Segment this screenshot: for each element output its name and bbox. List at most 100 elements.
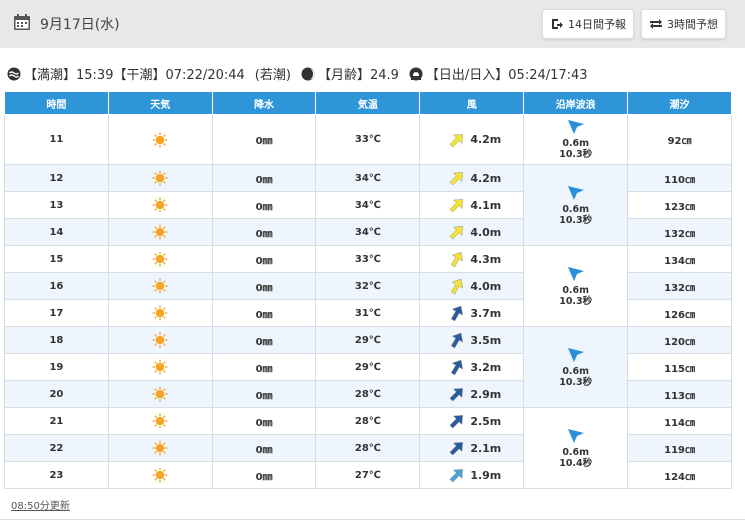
weather-cell xyxy=(107,434,213,462)
col-header-temp: 気温 xyxy=(315,91,421,115)
temp-cell: 31℃ xyxy=(315,299,421,327)
wave-direction-icon xyxy=(567,428,584,443)
precip-cell: 0㎜ xyxy=(211,353,317,381)
wind-speed: 3.5m xyxy=(470,333,502,347)
wind-arrow-icon xyxy=(451,305,464,322)
wind-cell: 4.2m xyxy=(419,164,525,192)
table-row: 11 0㎜ 33℃ 4.2m 0.6m 10.3秒 92㎝ xyxy=(4,114,732,165)
tide-cell: 124㎝ xyxy=(627,461,732,489)
weather-cell xyxy=(107,218,213,246)
14-day-forecast-button[interactable]: 14日間予報 xyxy=(542,9,634,39)
sunny-icon xyxy=(152,359,168,375)
wave-period: 10.3秒 xyxy=(559,376,593,388)
high-tide: 【満潮】15:39 xyxy=(24,68,114,83)
wind-cell: 4.0m xyxy=(419,218,525,246)
temp-cell: 28℃ xyxy=(315,434,421,462)
tide-type: (若潮) xyxy=(254,68,291,83)
precip-cell: 0㎜ xyxy=(211,407,317,435)
wave-direction-icon xyxy=(567,266,584,281)
wind-arrow-icon xyxy=(449,226,464,240)
temp-cell: 34℃ xyxy=(315,218,421,246)
wind-arrow-icon xyxy=(449,133,464,147)
wind-speed: 4.0m xyxy=(470,225,502,239)
wind-arrow-icon xyxy=(449,199,464,213)
col-header-precip: 降水 xyxy=(211,91,317,115)
forward-icon xyxy=(552,19,563,29)
hour-cell: 19 xyxy=(4,353,109,381)
col-header-time: 時間 xyxy=(4,91,109,115)
weather-cell xyxy=(107,272,213,300)
low-tide: 【干潮】07:22/20:44 xyxy=(113,68,245,83)
tide-info-line: 【満潮】15:39 【干潮】07:22/20:44 (若潮) 【月齢】24.9 … xyxy=(7,64,588,83)
hour-cell: 20 xyxy=(4,380,109,408)
wave-height: 0.6m xyxy=(562,138,590,149)
sunny-icon xyxy=(152,278,168,294)
updated-time-link[interactable]: 08:50分更新 xyxy=(11,497,70,512)
wind-arrow-icon xyxy=(449,172,464,186)
sunny-icon xyxy=(152,440,168,456)
sunrise-icon xyxy=(409,67,423,80)
precip-cell: 0㎜ xyxy=(211,272,317,300)
sunny-icon xyxy=(152,170,168,186)
wave-height: 0.6m xyxy=(562,284,590,296)
wind-cell: 4.2m xyxy=(419,114,525,165)
weather-cell xyxy=(107,407,213,435)
tide-cell: 132㎝ xyxy=(627,272,732,300)
wave-cell: 0.6m 10.3秒 xyxy=(523,164,629,246)
sunny-icon xyxy=(152,305,168,321)
wind-speed: 2.9m xyxy=(470,387,502,401)
table-row: 15 0㎜ 33℃ 4.3m 0.6m 10.3秒 134㎝ xyxy=(4,245,732,327)
sunrise-sunset: 【日出/日入】05:24/17:43 xyxy=(425,68,588,83)
weather-cell xyxy=(107,245,213,273)
tide-cell: 92㎝ xyxy=(627,114,732,165)
wind-speed: 4.1m xyxy=(470,198,502,212)
wave-direction-icon xyxy=(567,185,584,200)
temp-cell: 28℃ xyxy=(315,380,421,408)
hour-cell: 18 xyxy=(4,326,109,354)
wind-cell: 2.1m xyxy=(419,434,525,462)
col-header-wind: 風 xyxy=(419,91,525,115)
weather-cell xyxy=(107,191,213,219)
tide-cell: 113㎝ xyxy=(627,380,732,408)
hour-cell: 17 xyxy=(4,299,109,327)
tide-cell: 120㎝ xyxy=(627,326,732,354)
forecast-date: 9月17日(水) xyxy=(40,17,120,33)
sunny-icon xyxy=(152,413,168,429)
wind-arrow-icon xyxy=(449,442,464,456)
weather-cell xyxy=(107,164,213,192)
table-header-row: 時間 天気 降水 気温 風 沿岸波浪 潮汐 xyxy=(4,91,732,115)
wind-arrow-icon xyxy=(451,278,464,295)
sunny-icon xyxy=(152,332,168,348)
tide-cell: 110㎝ xyxy=(627,164,732,192)
precip-cell: 0㎜ xyxy=(211,326,317,354)
temp-cell: 29℃ xyxy=(315,326,421,354)
3-hour-label: 3時間予想 xyxy=(667,18,718,31)
hour-cell: 11 xyxy=(4,114,109,165)
wind-speed: 4.2m xyxy=(470,133,502,146)
3-hour-forecast-button[interactable]: 3時間予想 xyxy=(641,9,726,39)
wind-speed: 1.9m xyxy=(470,468,502,482)
wave-direction-icon xyxy=(567,347,584,362)
sunny-icon xyxy=(152,132,168,147)
table-row: 12 0㎜ 34℃ 4.2m 0.6m 10.3秒 110㎝ xyxy=(4,164,732,246)
wind-speed: 2.5m xyxy=(470,414,502,428)
wave-period: 10.3秒 xyxy=(559,214,593,226)
wind-cell: 1.9m xyxy=(419,461,525,489)
weather-cell xyxy=(107,326,213,354)
hour-cell: 23 xyxy=(4,461,109,489)
tide-icon xyxy=(7,67,21,80)
tide-cell: 114㎝ xyxy=(627,407,732,435)
temp-cell: 34℃ xyxy=(315,191,421,219)
precip-cell: 0㎜ xyxy=(211,380,317,408)
col-header-weather: 天気 xyxy=(107,91,213,115)
wind-cell: 3.5m xyxy=(419,326,525,354)
wind-cell: 4.0m xyxy=(419,272,525,300)
divider xyxy=(0,519,745,520)
hour-cell: 22 xyxy=(4,434,109,462)
wind-cell: 3.2m xyxy=(419,353,525,381)
wind-cell: 2.9m xyxy=(419,380,525,408)
wind-speed: 4.2m xyxy=(470,171,502,185)
temp-cell: 27℃ xyxy=(315,461,421,489)
wave-period: 10.3秒 xyxy=(559,149,593,160)
hourly-forecast-table: 時間 天気 降水 気温 風 沿岸波浪 潮汐 11 0㎜ 33℃ 4.2m 0.6m 10.… xyxy=(4,91,732,489)
